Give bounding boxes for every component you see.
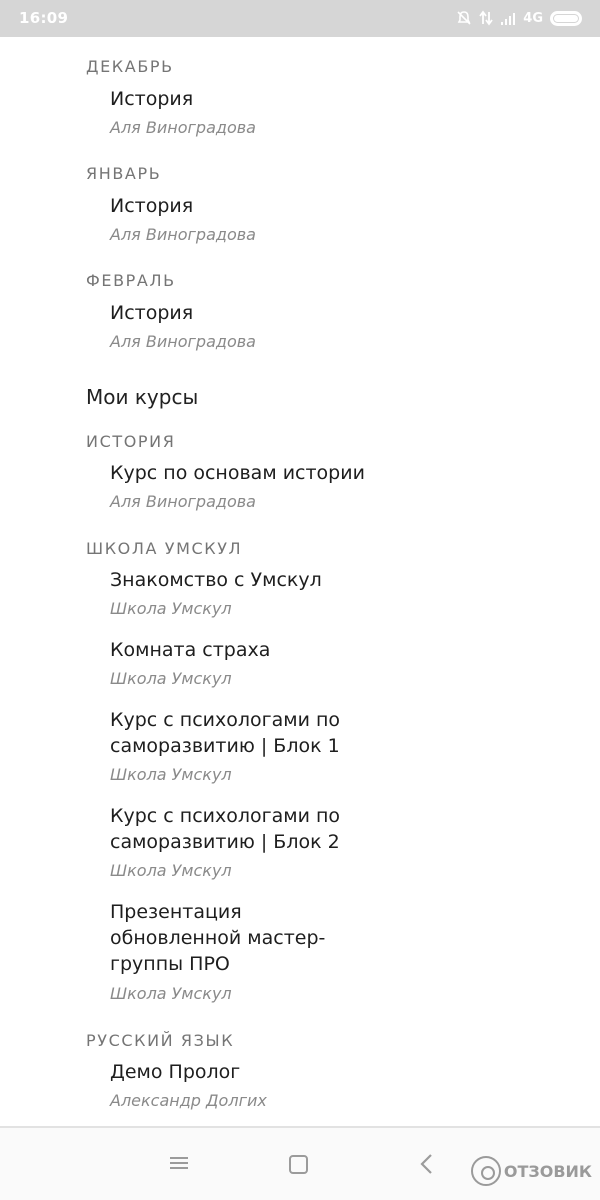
schedule-item-author: Аля Виноградова bbox=[110, 225, 256, 244]
bell-off-icon bbox=[457, 11, 471, 25]
course-item-author: Школа Умскул bbox=[110, 669, 232, 688]
course-item-author: Александр Долгих bbox=[110, 1091, 267, 1110]
course-item-title[interactable]: Демо Пролог bbox=[110, 1059, 375, 1085]
course-item-title[interactable]: Знакомство с Умскул bbox=[110, 567, 375, 593]
month-heading: ЯНВАРЬ bbox=[86, 164, 162, 183]
course-item-author: Школа Умскул bbox=[110, 861, 232, 880]
month-heading: ДЕКАБРЬ bbox=[86, 57, 174, 76]
course-item-author: Аля Виноградова bbox=[110, 492, 256, 511]
course-item-title[interactable]: Комната страха bbox=[110, 637, 375, 663]
status-bar: 16:09 4G bbox=[0, 0, 600, 37]
home-button[interactable] bbox=[289, 1155, 308, 1174]
watermark: ОТЗОВИК bbox=[470, 1156, 592, 1186]
my-courses-title: Мои курсы bbox=[86, 385, 199, 409]
course-item-author: Школа Умскул bbox=[110, 984, 232, 1003]
schedule-item-title[interactable]: История bbox=[110, 193, 375, 219]
data-transfer-icon bbox=[479, 10, 494, 26]
course-group-heading: РУССКИЙ ЯЗЫК bbox=[86, 1031, 235, 1050]
schedule-item-title[interactable]: История bbox=[110, 300, 375, 326]
battery-icon bbox=[550, 10, 582, 26]
back-button[interactable] bbox=[417, 1152, 437, 1176]
course-item-title[interactable]: Курс с психологами по саморазвитию | Бло… bbox=[110, 707, 375, 759]
schedule-item-author: Аля Виноградова bbox=[110, 332, 256, 351]
menu-icon-line bbox=[170, 1167, 188, 1169]
otzovik-logo-icon bbox=[470, 1156, 501, 1186]
status-time: 16:09 bbox=[19, 9, 69, 27]
course-item-title[interactable]: Презентация обновленной мастер-группы ПР… bbox=[110, 899, 350, 977]
course-item-author: Школа Умскул bbox=[110, 765, 232, 784]
network-type: 4G bbox=[523, 10, 543, 26]
course-item-author: Школа Умскул bbox=[110, 599, 232, 618]
course-item-title[interactable]: Курс с психологами по саморазвитию | Бло… bbox=[110, 803, 375, 855]
course-item-title[interactable]: Курс по основам истории bbox=[110, 460, 375, 486]
course-group-heading: ШКОЛА УМСКУЛ bbox=[86, 539, 243, 558]
schedule-item-author: Аля Виноградова bbox=[110, 118, 256, 137]
menu-button[interactable] bbox=[166, 1154, 192, 1176]
month-heading: ФЕВРАЛЬ bbox=[86, 271, 176, 290]
menu-icon-line bbox=[170, 1162, 188, 1164]
watermark-text: ОТЗОВИК bbox=[503, 1161, 592, 1181]
signal-icon bbox=[501, 13, 516, 25]
status-icons: 4G bbox=[456, 8, 582, 28]
schedule-item-title[interactable]: История bbox=[110, 86, 375, 112]
course-group-heading: ИСТОРИЯ bbox=[86, 432, 176, 451]
menu-icon-line bbox=[170, 1157, 188, 1159]
chevron-left-icon bbox=[420, 1154, 432, 1174]
